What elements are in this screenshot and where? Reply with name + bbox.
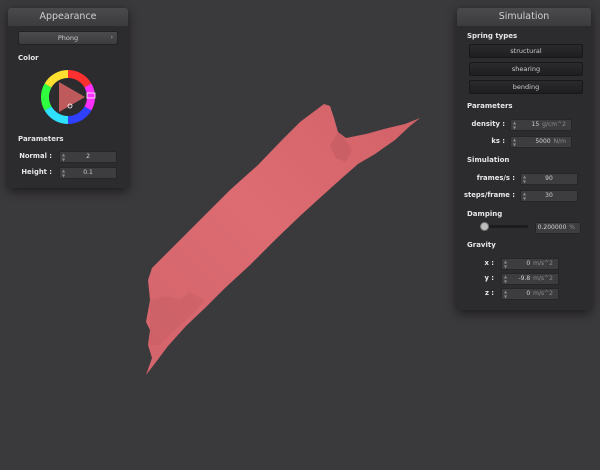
gravity-label: Gravity — [467, 241, 496, 249]
appearance-title: Appearance — [8, 8, 128, 26]
height-field[interactable]: ▲ ▼ 0.1 — [59, 167, 117, 179]
spring-shearing-button[interactable]: shearing — [469, 62, 583, 76]
gravity-y-value: -9.8 — [518, 275, 531, 282]
gravity-x-value: 0 — [526, 260, 531, 267]
color-label: Color — [18, 54, 39, 62]
normal-value: 2 — [86, 153, 90, 160]
spring-structural-button[interactable]: structural — [469, 44, 583, 58]
gravity-y-field[interactable]: ▲ ▼ -9.8 m/s^2 — [501, 273, 559, 285]
frames-field[interactable]: ▲ ▼ 90 — [520, 173, 578, 185]
ks-label: ks : — [491, 137, 505, 145]
gravity-z-value: 0 — [526, 290, 531, 297]
ks-value: 5000 — [535, 138, 551, 145]
spinner-arrows-icon[interactable]: ▲ ▼ — [513, 120, 518, 130]
gravity-y-unit: m/s^2 — [533, 275, 553, 282]
simulation-panel: Simulation Spring types structural shear… — [457, 8, 591, 310]
height-value: 0.1 — [83, 169, 93, 176]
color-wheel[interactable] — [39, 68, 97, 126]
damping-value: 0.200000 — [537, 224, 567, 231]
simulation-section-label: Simulation — [467, 156, 510, 164]
gravity-z-unit: m/s^2 — [533, 290, 553, 297]
frames-label: frames/s : — [476, 174, 515, 182]
gravity-y-label: y : — [484, 274, 494, 282]
shading-mode-value: Phong — [57, 34, 79, 42]
gravity-z-field[interactable]: ▲ ▼ 0 m/s^2 — [501, 288, 559, 300]
steps-field[interactable]: ▲ ▼ 30 — [520, 190, 578, 202]
density-unit: g/cm^2 — [542, 121, 566, 128]
cloth-mesh[interactable] — [146, 104, 420, 375]
spinner-arrows-icon[interactable]: ▲ ▼ — [504, 274, 509, 284]
damping-unit: % — [569, 224, 575, 231]
appearance-parameters-label: Parameters — [18, 135, 64, 143]
density-label: density : — [471, 120, 505, 128]
gravity-z-label: z : — [484, 289, 494, 297]
normal-label: Normal : — [19, 152, 52, 160]
shading-mode-dropdown[interactable]: Phong › — [18, 31, 118, 45]
chevron-right-icon: › — [110, 34, 113, 41]
spinner-arrows-icon[interactable]: ▲ ▼ — [504, 289, 509, 299]
density-field[interactable]: ▲ ▼ 15 g/cm^2 — [510, 119, 572, 131]
steps-label: steps/frame : — [464, 191, 515, 199]
spinner-arrows-icon[interactable]: ▲ ▼ — [504, 259, 509, 269]
spring-bending-button[interactable]: bending — [469, 80, 583, 94]
damping-field[interactable]: 0.200000% — [535, 222, 581, 234]
spinner-arrows-icon[interactable]: ▲ ▼ — [513, 137, 518, 147]
normal-field[interactable]: ▲ ▼ 2 — [59, 151, 117, 163]
triangle-shade — [59, 82, 85, 112]
ks-unit: N/m — [553, 138, 566, 145]
spring-types-label: Spring types — [467, 32, 518, 40]
cloth-lower-shadow — [150, 292, 205, 345]
frames-value: 90 — [545, 175, 553, 182]
damping-label: Damping — [467, 210, 503, 218]
damping-slider-knob[interactable] — [479, 222, 489, 231]
ks-field[interactable]: ▲ ▼ 5000 N/m — [510, 136, 572, 148]
gravity-x-field[interactable]: ▲ ▼ 0 m/s^2 — [501, 258, 559, 270]
gravity-x-label: x : — [484, 259, 494, 267]
density-value: 15 — [531, 121, 540, 128]
height-label: Height : — [21, 168, 52, 176]
gravity-x-unit: m/s^2 — [533, 260, 553, 267]
sim-parameters-label: Parameters — [467, 102, 513, 110]
steps-value: 30 — [545, 192, 553, 199]
simulation-title: Simulation — [457, 8, 591, 26]
appearance-panel: Appearance Phong › Color Parameters Norm… — [8, 8, 128, 188]
